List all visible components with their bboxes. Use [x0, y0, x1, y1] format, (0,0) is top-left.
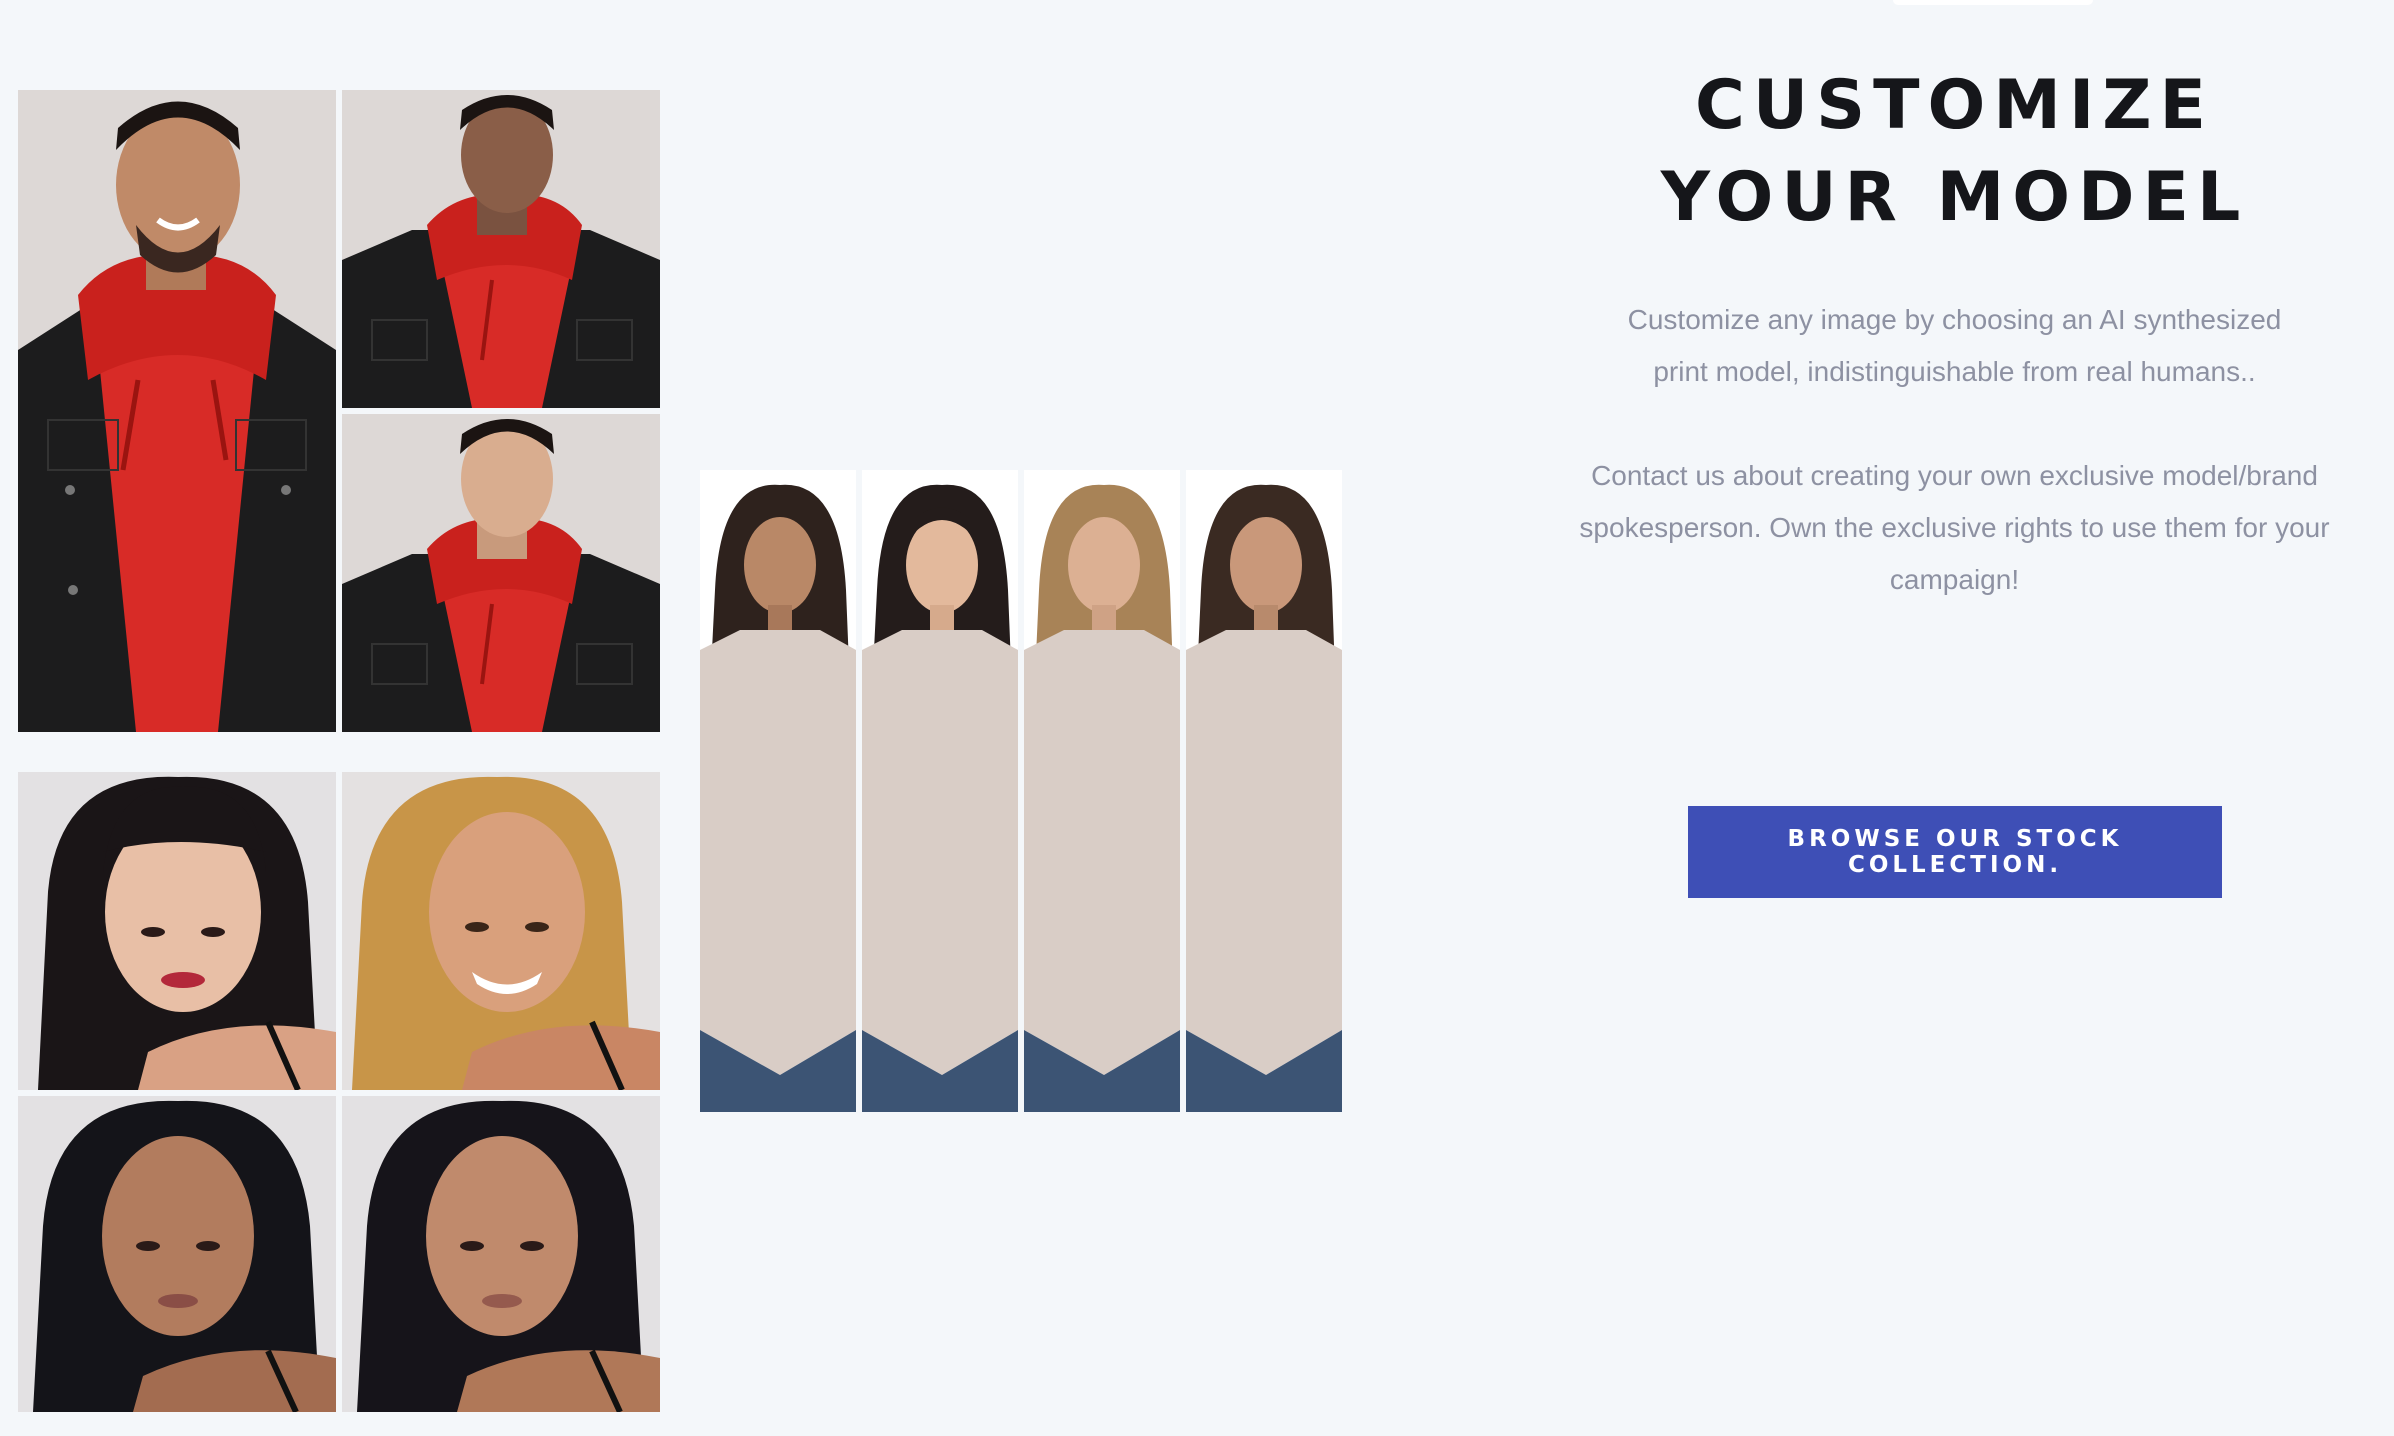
sweater-model-3-image: [1024, 470, 1180, 1112]
female-portrait-blonde-image: [342, 772, 660, 1090]
section-title: CUSTOMIZE YOUR MODEL: [1660, 66, 2249, 237]
browse-stock-collection-button[interactable]: BROWSE OUR STOCK COLLECTION.: [1688, 806, 2222, 898]
male-model-side-image: [342, 90, 660, 408]
sweater-model-4-image: [1186, 470, 1342, 1112]
customize-section: CUSTOMIZE YOUR MODEL Customize any image…: [1567, 60, 2342, 606]
sweater-model-2-image: [862, 470, 1018, 1112]
contact-paragraph: Contact us about creating your own exclu…: [1579, 460, 2330, 595]
male-model-asian-image: [342, 414, 660, 732]
intro-paragraph: Customize any image by choosing an AI sy…: [1627, 304, 2282, 387]
female-portrait-dark-hair-2-image: [342, 1096, 660, 1412]
female-portrait-bangs-image: [18, 772, 336, 1090]
male-model-large-image: [18, 90, 336, 732]
top-tab: [1893, 0, 2093, 5]
female-portrait-dark-hair-image: [18, 1096, 336, 1412]
sweater-model-1-image: [700, 470, 856, 1112]
